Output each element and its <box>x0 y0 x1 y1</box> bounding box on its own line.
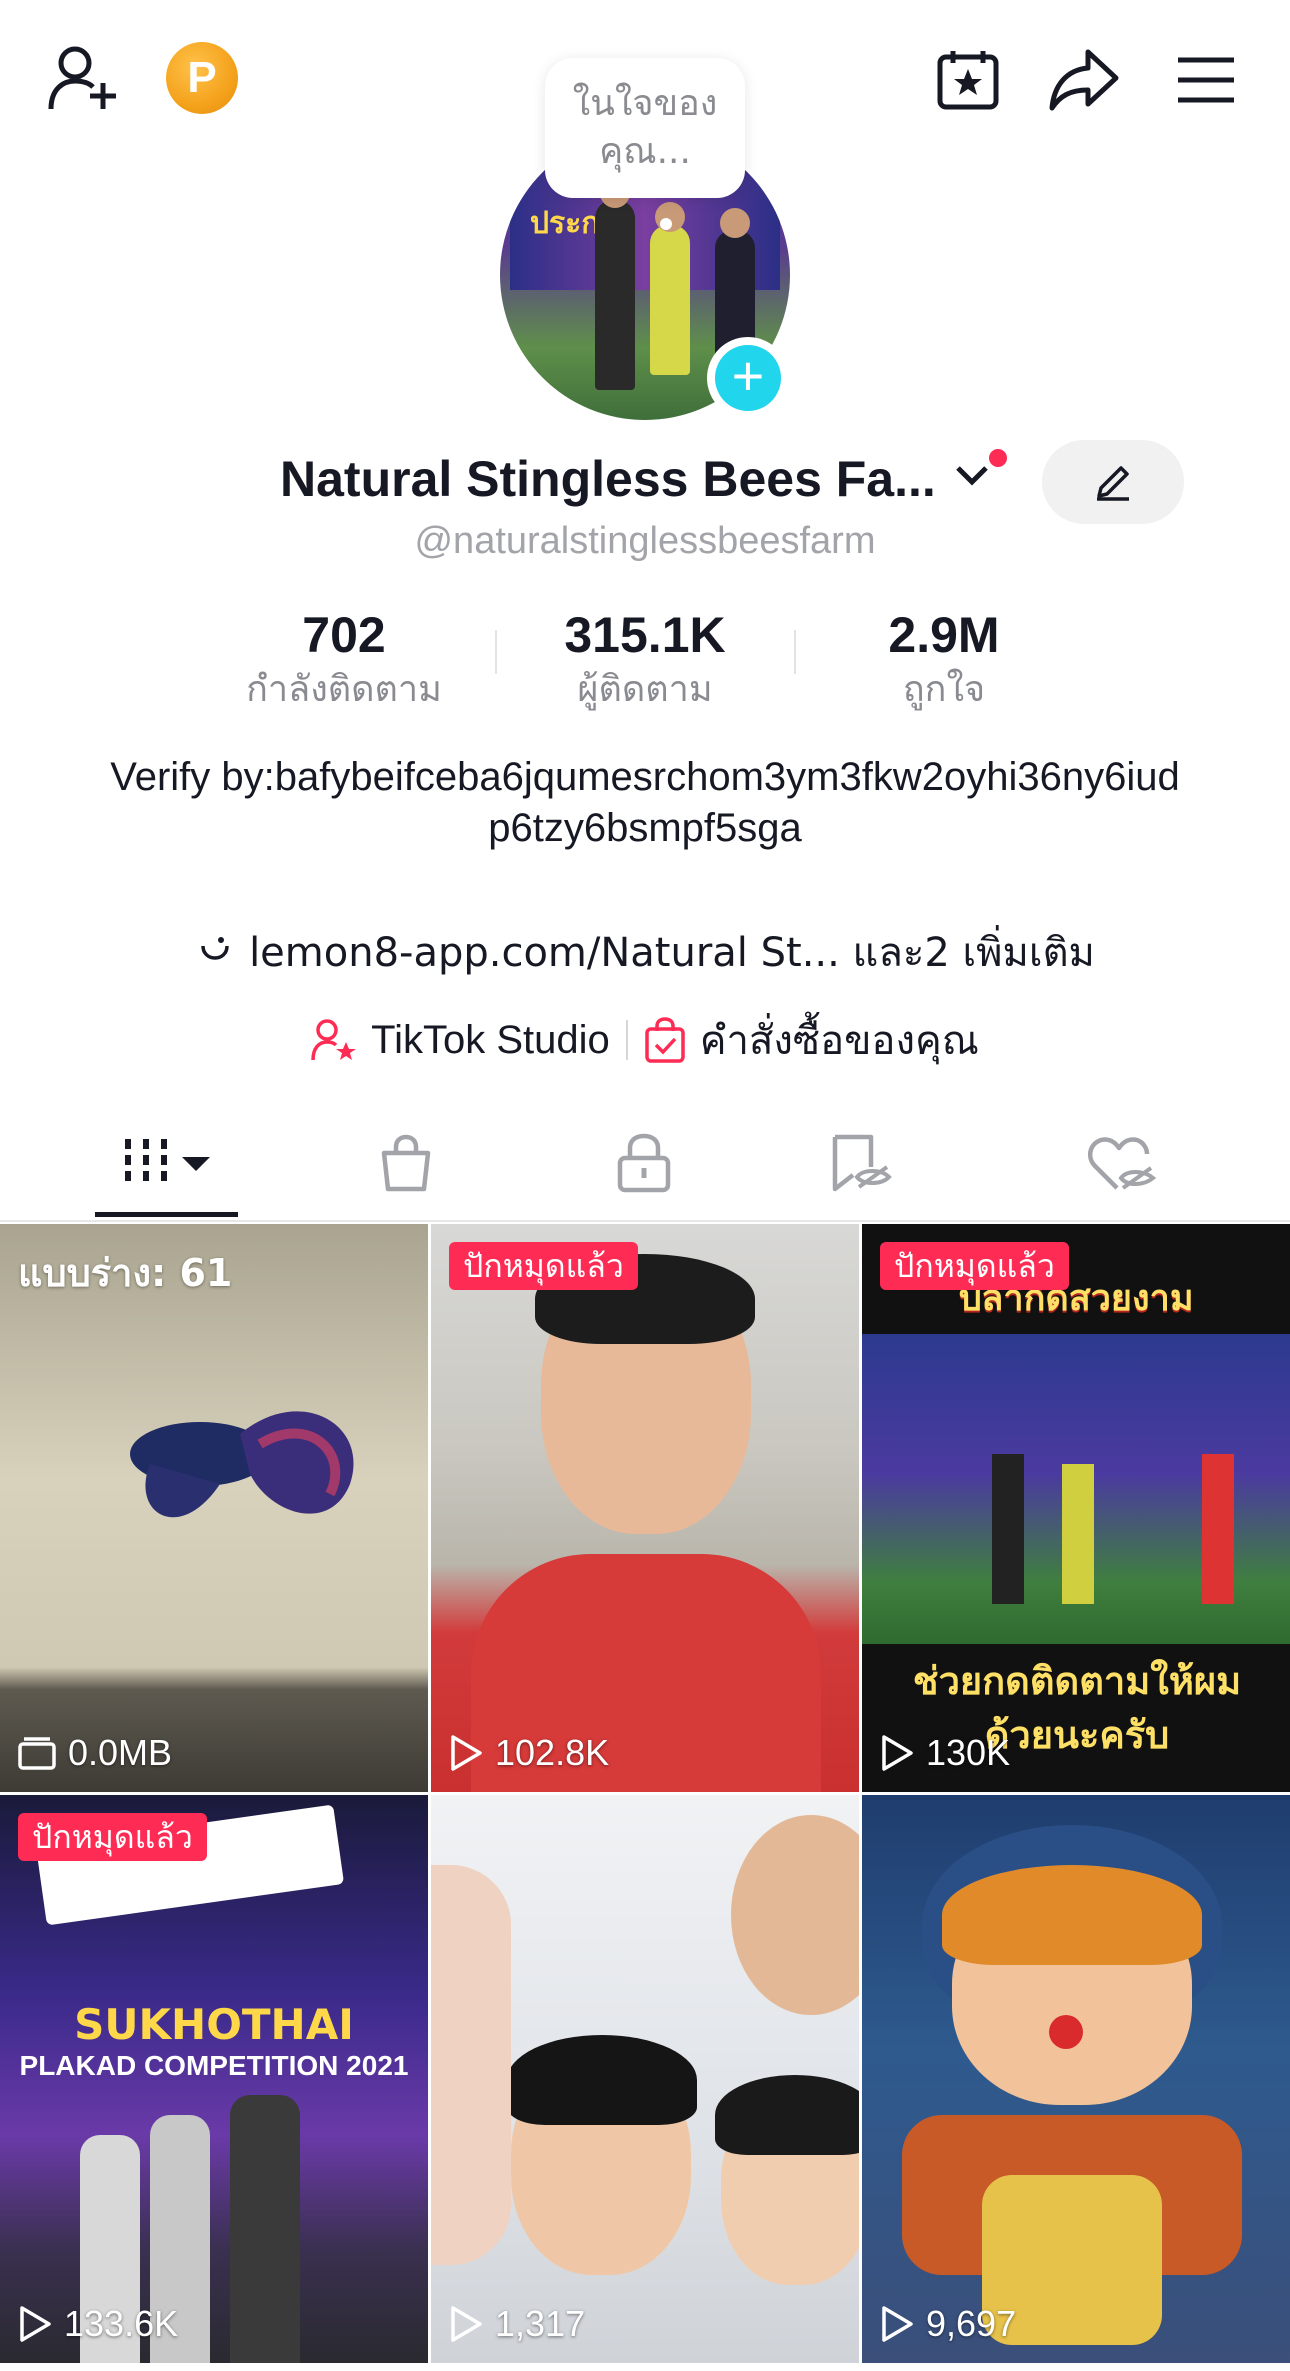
coin-icon[interactable]: P <box>166 42 238 114</box>
bio-link[interactable]: lemon8-app.com/Natural St... และ2 เพิ่มเ… <box>0 922 1290 982</box>
draft-count: แบบร่าง: 61 <box>18 1251 233 1295</box>
video-meta: 9,697 <box>880 2303 1016 2345</box>
creator-star-icon <box>311 1019 357 1061</box>
shopping-bag-check-icon <box>645 1017 685 1063</box>
bookmark-hidden-icon <box>832 1134 892 1192</box>
tab-liked[interactable] <box>1062 1118 1182 1208</box>
active-tab-indicator <box>95 1212 238 1217</box>
edit-profile-button[interactable] <box>1042 440 1184 524</box>
view-count: 102.8K <box>495 1732 610 1773</box>
stats-row: 702 กำลังติดตาม 315.1K ผู้ติดตาม 2.9M ถู… <box>0 600 1290 710</box>
tab-shop[interactable] <box>346 1118 466 1208</box>
drafts-icon <box>18 1737 56 1770</box>
stat-value: 702 <box>302 607 386 663</box>
stat-followers[interactable]: 315.1K ผู้ติดตาม <box>515 600 775 710</box>
video-grid: แบบร่าง: 61 0.0MB ปักหมุดแล้ว 102.8K ปลา… <box>0 1224 1290 2371</box>
notification-dot <box>986 446 1010 470</box>
pinned-badge: ปักหมุดแล้ว <box>880 1242 1069 1290</box>
video-thumbnail[interactable]: 9,697 <box>862 1795 1290 2363</box>
share-icon[interactable] <box>1044 40 1124 120</box>
tab-videos[interactable] <box>108 1118 228 1208</box>
video-meta: 0.0MB <box>18 1732 172 1774</box>
add-friend-icon[interactable] <box>44 38 124 118</box>
view-count: 133.6K <box>64 2303 179 2344</box>
stat-label: ถูกใจ <box>902 669 986 710</box>
lock-icon <box>617 1133 671 1193</box>
play-icon <box>882 1735 913 1771</box>
shopping-bag-icon <box>381 1134 431 1192</box>
link-icon <box>201 937 229 960</box>
menu-icon[interactable] <box>1166 40 1246 120</box>
orders-label: คำสั่งซื้อของคุณ <box>699 1019 979 1063</box>
stat-likes[interactable]: 2.9M ถูกใจ <box>814 600 1074 710</box>
video-thumbnail[interactable]: ปักหมุดแล้ว 102.8K <box>431 1224 859 1792</box>
overlay-caption: PLAKAD COMPETITION 2021 <box>19 2050 409 2081</box>
video-thumbnail[interactable]: 1,317 <box>431 1795 859 2363</box>
draft-size: 0.0MB <box>68 1732 173 1773</box>
grid-videos-icon <box>125 1139 210 1187</box>
pencil-icon <box>1097 466 1129 501</box>
pinned-badge: ปักหมุดแล้ว <box>449 1242 638 1290</box>
username-handle: @naturalstinglessbeesfarm <box>414 520 876 562</box>
bio-link-text: lemon8-app.com/Natural St... และ2 เพิ่มเ… <box>249 930 1095 976</box>
pinned-badge: ปักหมุดแล้ว <box>18 1813 207 1861</box>
play-icon <box>451 2306 482 2342</box>
chevron-down-icon[interactable] <box>952 460 992 495</box>
chip-divider <box>625 1020 628 1060</box>
view-count: 130K <box>926 1732 1011 1773</box>
stat-label: กำลังติดตาม <box>246 669 442 710</box>
video-thumbnail-drafts[interactable]: แบบร่าง: 61 0.0MB <box>0 1224 428 1792</box>
stat-following[interactable]: 702 กำลังติดตาม <box>214 600 474 710</box>
video-meta: 102.8K <box>449 1732 609 1774</box>
bio-text: Verify by:bafybeifceba6jqumesrchom3ym3fk… <box>110 755 1180 850</box>
tiktok-studio-chip[interactable]: TikTok Studio <box>311 1018 610 1063</box>
play-icon <box>451 1735 482 1771</box>
stat-divider <box>495 630 497 674</box>
chips-row: TikTok Studio คำสั่งซื้อของคุณ <box>0 1010 1290 1070</box>
video-meta: 133.6K <box>18 2303 178 2345</box>
content-tabs <box>0 1100 1290 1222</box>
video-meta: 1,317 <box>449 2303 585 2345</box>
stat-divider <box>794 630 796 674</box>
tab-private[interactable] <box>584 1118 704 1208</box>
note-bubble[interactable]: ในใจของคุณ... <box>545 58 745 198</box>
display-name[interactable]: Natural Stingless Bees Fa... <box>280 450 936 508</box>
add-story-button[interactable]: + <box>707 337 789 419</box>
view-count: 9,697 <box>926 2303 1017 2344</box>
tiktok-studio-label: TikTok Studio <box>371 1017 610 1062</box>
name-row: Natural Stingless Bees Fa... <box>0 440 1290 524</box>
orders-chip[interactable]: คำสั่งซื้อของคุณ <box>644 1008 979 1072</box>
play-icon <box>20 2306 51 2342</box>
stat-value: 2.9M <box>888 607 1000 663</box>
heart-hidden-icon <box>1087 1137 1157 1190</box>
overlay-title: SUKHOTHAI <box>74 2000 354 2049</box>
calendar-star-icon[interactable] <box>928 40 1008 120</box>
betta-fish-image <box>130 1411 354 1518</box>
video-meta: 130K <box>880 1732 1010 1774</box>
stat-value: 315.1K <box>564 607 726 663</box>
play-icon <box>882 2306 913 2342</box>
bubble-dot <box>660 218 672 230</box>
stat-label: ผู้ติดตาม <box>577 669 713 710</box>
view-count: 1,317 <box>495 2303 586 2344</box>
video-thumbnail[interactable]: SUKHOTHAI PLAKAD COMPETITION 2021 ปักหมุ… <box>0 1795 428 2363</box>
tab-favorites[interactable] <box>800 1118 920 1208</box>
video-thumbnail[interactable]: ปลากัดสวยงาม ช่วยกดติดตามให้ผมด้วยนะครับ… <box>862 1224 1290 1792</box>
